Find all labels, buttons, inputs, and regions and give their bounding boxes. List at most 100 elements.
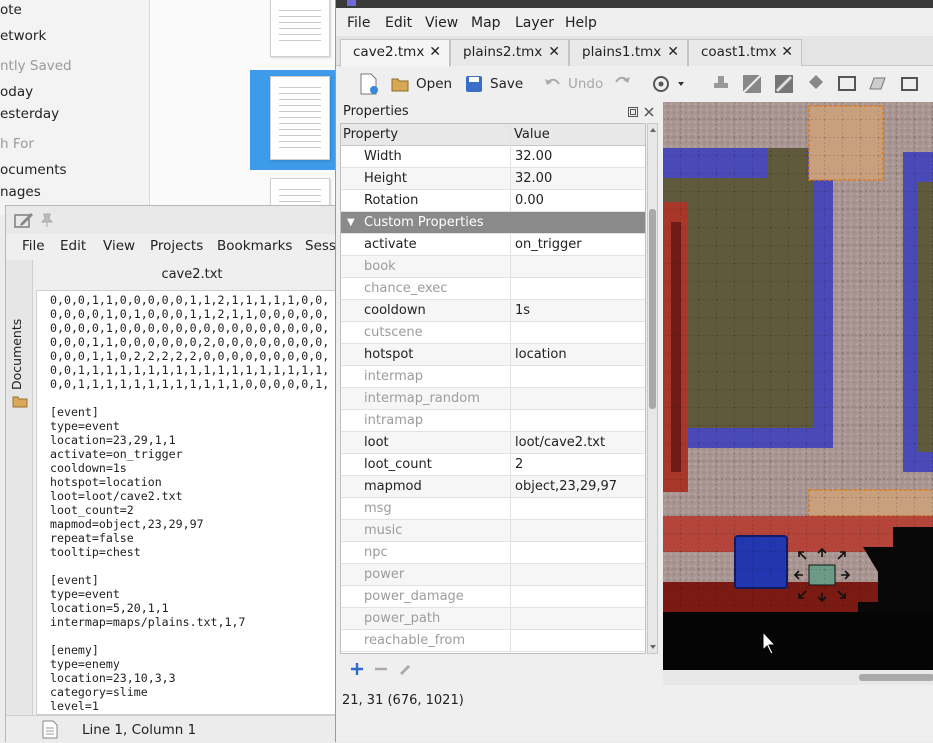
documents-panel-label[interactable]: Documents [9,319,24,390]
folder-icon[interactable] [12,394,28,408]
property-row[interactable]: cooldown 1s [341,300,645,322]
property-row[interactable]: cutscene [341,322,645,344]
stamp-tool-icon[interactable] [711,72,731,96]
menu-view[interactable]: View [425,15,458,31]
property-category-row[interactable]: ▼ Custom Properties [341,212,645,234]
terrain-brush-icon[interactable] [741,72,763,96]
menu-projects[interactable]: Projects [150,238,203,254]
sidebar-item-note[interactable]: ote [0,0,22,21]
sidebar-item-documents[interactable]: ocuments [0,159,67,181]
property-row[interactable]: intermap [341,366,645,388]
float-panel-icon[interactable] [627,106,639,118]
open-button[interactable]: Open [390,72,452,96]
property-row[interactable]: power [341,564,645,586]
property-row[interactable]: Width 32.00 [341,146,645,168]
property-row[interactable]: chance_exec [341,278,645,300]
scroll-up-icon[interactable] [649,126,657,134]
map-scrollbar-thumb[interactable] [859,674,933,681]
close-panel-icon[interactable] [643,106,655,118]
column-header-value[interactable]: Value [514,124,550,145]
sidebar-item-images[interactable]: nages [0,181,41,203]
new-map-icon[interactable] [358,72,380,96]
property-value[interactable]: 32.00 [515,168,552,189]
property-value[interactable]: 32.00 [515,146,552,167]
menu-map[interactable]: Map [471,15,501,31]
property-name: book [364,259,396,274]
collapse-arrow-icon[interactable]: ▼ [347,212,355,233]
rectangle-select-icon[interactable] [836,72,858,96]
menu-layer[interactable]: Layer [515,15,554,31]
tab-coast1[interactable]: coast1.tmx ✕ [688,39,802,66]
commands-dropdown-icon[interactable] [652,72,688,96]
eraser-tool-icon[interactable] [773,72,795,96]
remove-property-icon[interactable] [374,662,388,676]
close-icon[interactable]: ✕ [548,40,560,65]
sidebar-item-network[interactable]: etwork [0,25,46,47]
tile-map[interactable] [663,102,933,685]
property-name: cutscene [364,325,423,340]
property-row[interactable]: intramap [341,410,645,432]
magic-wand-icon[interactable] [866,72,888,96]
property-row[interactable]: msg [341,498,645,520]
property-value[interactable]: location [515,344,567,365]
property-row[interactable]: reachable_from [341,630,645,652]
property-row[interactable]: music [341,520,645,542]
save-button[interactable]: Save [464,72,523,96]
bucket-fill-icon[interactable] [805,72,827,96]
property-row[interactable]: hotspot location [341,344,645,366]
text-editor-window: File Edit View Projects Bookmarks Sessi … [5,205,351,743]
pin-icon[interactable] [39,212,55,228]
close-icon[interactable]: ✕ [781,40,793,65]
redo-icon[interactable] [612,72,634,96]
property-row[interactable]: Rotation 0.00 [341,190,645,212]
property-value[interactable]: object,23,29,97 [515,476,617,497]
menu-file[interactable]: File [347,15,370,31]
file-thumbnail[interactable] [270,0,330,57]
property-row[interactable]: mapmod object,23,29,97 [341,476,645,498]
add-property-icon[interactable] [350,662,364,676]
close-icon[interactable]: ✕ [429,40,441,65]
select-same-tile-icon[interactable] [899,72,921,96]
tab-label: cave2.tmx [353,44,425,60]
property-row[interactable]: power_path [341,608,645,630]
property-value[interactable]: loot/cave2.txt [515,432,605,453]
file-thumbnail-selected[interactable] [270,76,330,160]
properties-scrollbar[interactable] [647,123,658,654]
map-canvas[interactable] [663,102,933,685]
menu-edit[interactable]: Edit [60,238,86,254]
scrollbar-thumb[interactable] [649,209,656,409]
tab-plains2[interactable]: plains2.tmx ✕ [450,39,569,66]
tab-cave2[interactable]: cave2.tmx ✕ [340,39,450,67]
property-row[interactable]: activate on_trigger [341,234,645,256]
sidebar-item-yesterday[interactable]: esterday [0,103,59,125]
document-content[interactable]: 0,0,0,1,1,0,0,0,0,0,1,1,2,1,1,1,1,1,0,0,… [50,293,350,713]
property-name: chance_exec [364,281,448,296]
close-icon[interactable]: ✕ [667,40,679,65]
menu-help[interactable]: Help [565,15,597,31]
menu-view[interactable]: View [103,238,135,254]
property-row[interactable]: loot_count 2 [341,454,645,476]
menu-bookmarks[interactable]: Bookmarks [217,238,292,254]
property-value[interactable]: 0.00 [515,190,544,211]
menu-edit[interactable]: Edit [385,15,412,31]
tab-plains1[interactable]: plains1.tmx ✕ [569,39,688,66]
property-row[interactable]: npc [341,542,645,564]
rename-property-icon[interactable] [398,661,412,675]
documents-sidebar[interactable]: Documents [6,260,33,715]
property-value[interactable]: 2 [515,454,523,475]
column-header-property[interactable]: Property [343,124,398,145]
property-name: cooldown [364,303,426,318]
sidebar-item-today[interactable]: oday [0,81,33,103]
property-name: intermap_random [364,391,480,406]
scroll-down-icon[interactable] [649,643,657,651]
property-row[interactable]: loot loot/cave2.txt [341,432,645,454]
text-editing-area[interactable]: 0,0,0,1,1,0,0,0,0,0,1,1,2,1,1,1,1,1,0,0,… [36,290,351,715]
menu-file[interactable]: File [22,238,45,254]
undo-button[interactable]: Undo [542,72,603,96]
property-value[interactable]: 1s [515,300,530,321]
property-row[interactable]: power_damage [341,586,645,608]
property-row[interactable]: intermap_random [341,388,645,410]
property-value[interactable]: on_trigger [515,234,582,255]
property-row[interactable]: book [341,256,645,278]
property-row[interactable]: Height 32.00 [341,168,645,190]
